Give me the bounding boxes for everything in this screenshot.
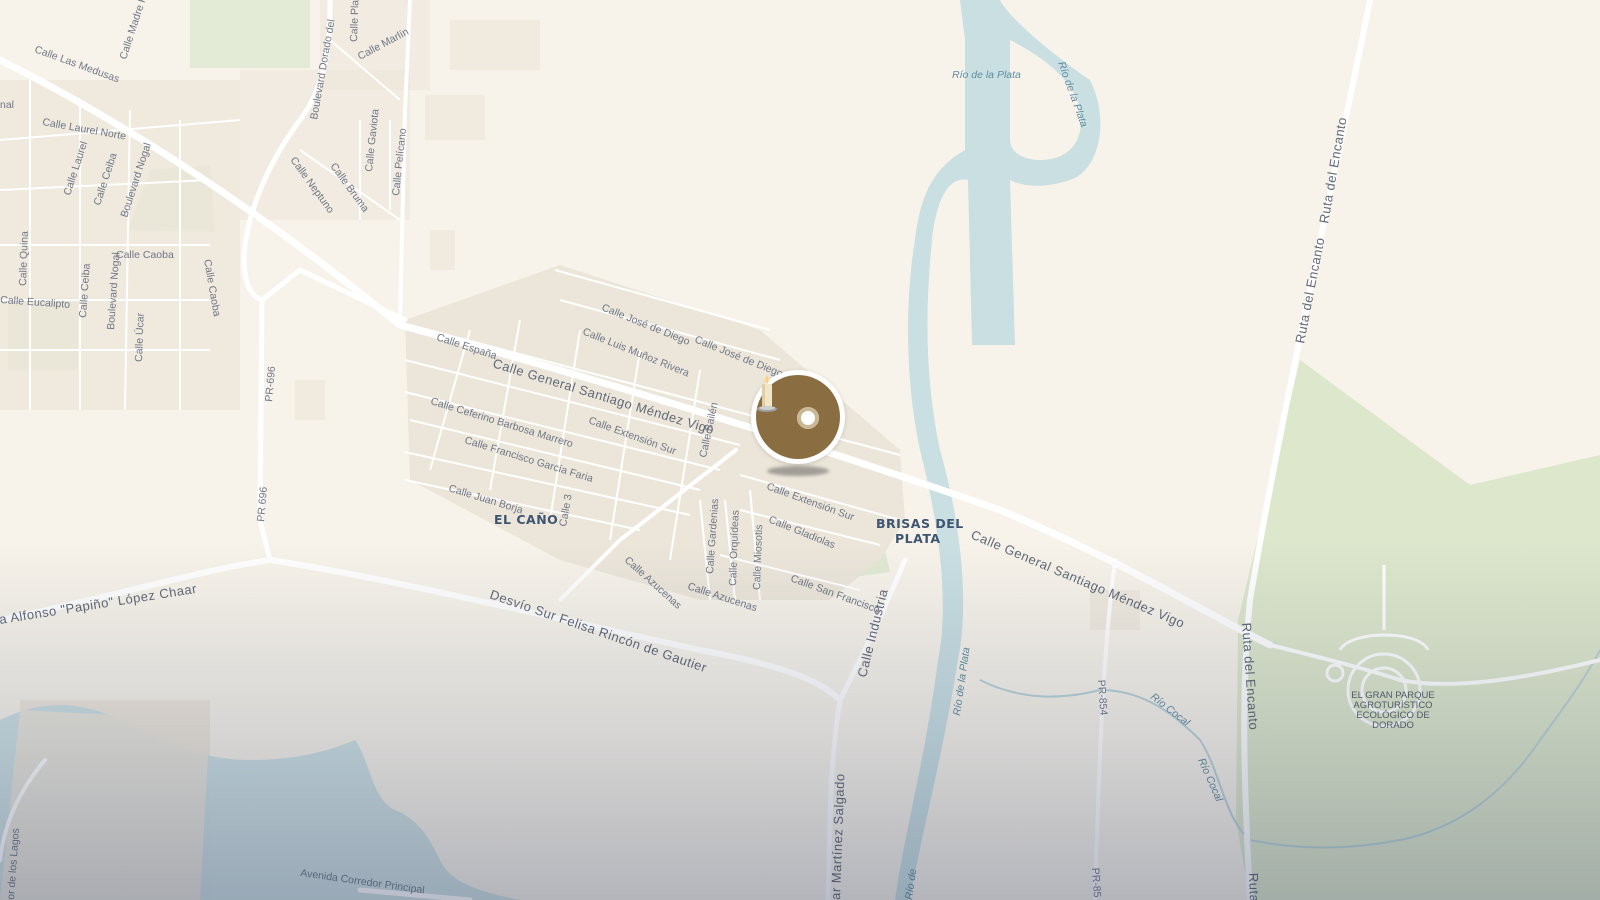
road-label-pr-854: PR-854	[1095, 679, 1109, 716]
street-label: Calle Play	[348, 0, 362, 42]
candle-icon	[757, 375, 777, 412]
marker-core	[756, 375, 840, 459]
park-label-line4: DORADO	[1372, 720, 1414, 731]
place-label-el-cano: EL CAÑO	[494, 512, 558, 527]
marker-center	[797, 407, 819, 429]
map-canvas[interactable]: EL CAÑO BRISAS DEL PLATA EL GRAN PARQUE …	[0, 0, 1600, 900]
street-label: Calle Caoba	[116, 249, 174, 261]
street-label: Calle Quina	[17, 231, 31, 286]
marker-shadow	[767, 466, 829, 476]
road-label-ruta: Ruta	[1246, 873, 1262, 900]
place-label-brisas-line1: BRISAS DEL	[876, 516, 964, 531]
park-area	[190, 0, 310, 68]
place-label-brisas-line2: PLATA	[895, 531, 941, 546]
water-label-rio-de-la-plata: Río de la Plata	[952, 69, 1021, 81]
lake-shore-district	[0, 710, 210, 900]
street-label: Calle Úcar	[132, 312, 147, 362]
location-marker[interactable]	[751, 370, 845, 464]
street-label: nal	[0, 99, 14, 111]
street-label: Calle Miosotis	[751, 524, 765, 590]
road-label-pr-85: PR-85	[1089, 867, 1103, 898]
